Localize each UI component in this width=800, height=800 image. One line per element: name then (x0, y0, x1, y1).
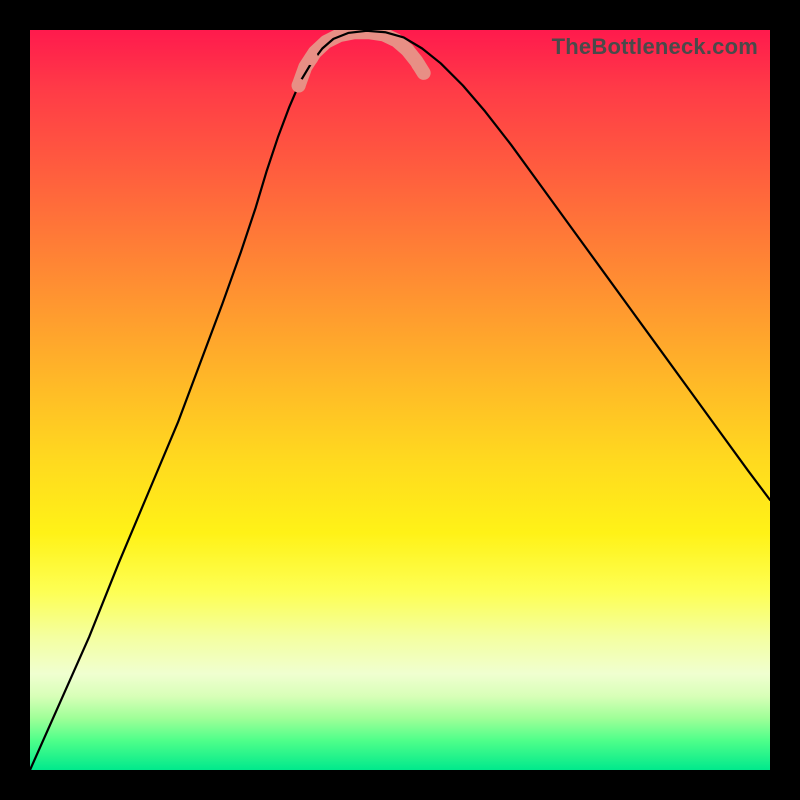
outer-frame: TheBottleneck.com (0, 0, 800, 800)
marker-right-1 (400, 43, 414, 57)
marker-left-1 (292, 79, 306, 93)
bottleneck-curve (30, 31, 770, 770)
marker-left-2 (304, 51, 318, 65)
chart-svg (30, 30, 770, 770)
watermark-text: TheBottleneck.com (552, 34, 758, 60)
plot-area: TheBottleneck.com (30, 30, 770, 770)
marker-right-2 (412, 58, 426, 72)
